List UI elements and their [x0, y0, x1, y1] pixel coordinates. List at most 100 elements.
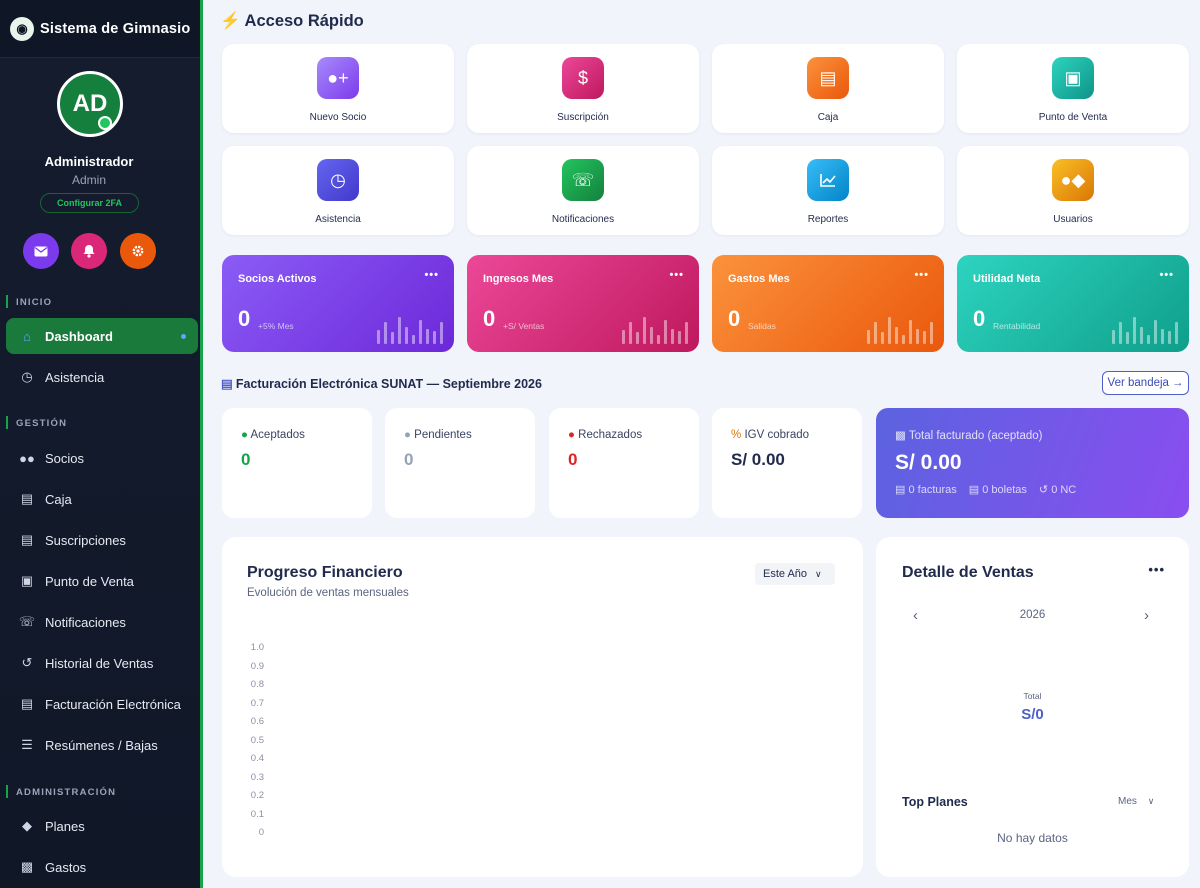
whatsapp-icon: ☏	[562, 159, 604, 201]
x-circle-icon: ●	[568, 429, 575, 441]
chevron-right-icon[interactable]: ›	[1144, 607, 1149, 624]
stat-value: 0	[483, 306, 496, 331]
stat-gastos-mes[interactable]: Gastos Mes ••• 0 Salidas	[712, 255, 944, 352]
fact-label-text: Pendientes	[414, 429, 472, 441]
boletas-count: ▤ 0 boletas	[969, 483, 1027, 496]
settings-button[interactable]	[120, 233, 156, 269]
sparkline	[622, 317, 688, 344]
total-sales-value: S/0	[1021, 706, 1044, 723]
cart-icon: ▣	[20, 573, 34, 588]
sidebar-item-planes[interactable]: ◆ Planes	[6, 808, 198, 844]
more-icon[interactable]: •••	[669, 269, 684, 281]
more-icon[interactable]: •••	[1159, 269, 1174, 281]
stat-title: Ingresos Mes	[483, 273, 554, 285]
sidebar-item-label: Planes	[45, 818, 85, 834]
quick-asistencia[interactable]: ◷ Asistencia	[222, 146, 454, 235]
more-icon[interactable]: •••	[914, 269, 929, 281]
quick-nuevo-socio[interactable]: ●+ Nuevo Socio	[222, 44, 454, 133]
fact-label: ● Rechazados	[568, 429, 642, 441]
clock-icon: ◷	[21, 369, 33, 384]
quick-label: Reportes	[807, 214, 849, 225]
sidebar-item-dashboard[interactable]: ⌂ Dashboard	[6, 318, 198, 354]
quick-notificaciones[interactable]: ☏ Notificaciones	[467, 146, 699, 235]
sidebar-item-asistencia[interactable]: ◷ Asistencia	[6, 359, 198, 395]
quick-caja[interactable]: ▤ Caja	[712, 44, 944, 133]
stat-sub: +S/ Ventas	[503, 321, 545, 331]
percent-icon: %	[731, 429, 742, 441]
clock-icon: ●	[404, 429, 411, 441]
sidebar-item-gastos[interactable]: ▩ Gastos	[6, 849, 198, 885]
stat-title: Socios Activos	[238, 273, 317, 285]
sidebar-item-resumenes-bajas[interactable]: ☰ Resúmenes / Bajas	[6, 727, 198, 763]
y-tick-label: 0.4	[250, 753, 264, 764]
mail-button[interactable]	[23, 233, 59, 269]
brand[interactable]: ◉ Sistema de Gimnasio	[0, 0, 200, 58]
arrow-right-icon: →	[1171, 377, 1184, 389]
stat-title: Utilidad Neta	[973, 273, 1041, 285]
configure-2fa-button[interactable]: Configurar 2FA	[40, 193, 139, 213]
ver-bandeja-label: Ver bandeja	[1107, 377, 1169, 389]
y-tick-label: 0.9	[250, 660, 264, 672]
sidebar-item-suscripciones[interactable]: ▤ Suscripciones	[6, 522, 198, 558]
sidebar-item-historial-de-ventas[interactable]: ↺ Historial de Ventas	[6, 645, 198, 681]
facturacion-heading: ▤ Facturación Electrónica SUNAT — Septiem…	[221, 376, 542, 391]
y-tick-label: 0.8	[250, 679, 264, 690]
fact-rechazados: ● Rechazados 0	[549, 408, 699, 518]
quick-reportes[interactable]: Reportes	[712, 146, 944, 235]
gear-icon	[132, 245, 144, 257]
y-tick-label: 0.5	[250, 734, 264, 746]
total-label: ▩ Total facturado (aceptado)	[895, 428, 1042, 442]
fact-label-text: Rechazados	[578, 429, 643, 441]
nc-count: ↺ 0 NC	[1039, 483, 1076, 496]
quick-suscripcion[interactable]: $ Suscripción	[467, 44, 699, 133]
layers-icon: ☰	[21, 737, 33, 752]
quick-label: Nuevo Socio	[309, 112, 367, 123]
stat-sub: Salidas	[748, 321, 776, 331]
period-value: Este Año	[763, 568, 808, 580]
more-icon[interactable]: •••	[1148, 562, 1165, 577]
document-icon: ▤	[20, 696, 34, 711]
notifications-button[interactable]	[71, 233, 107, 269]
sidebar-item-facturacion-electronica[interactable]: ▤ Facturación Electrónica	[6, 686, 198, 722]
cart-icon: ▣	[1052, 57, 1094, 99]
quick-label: Suscripción	[557, 112, 609, 123]
boletas-text: 0 boletas	[982, 484, 1027, 496]
history-icon: ↺	[21, 655, 33, 670]
user-plus-icon: ●+	[317, 57, 359, 99]
period-select[interactable]: Este Año ∨	[755, 563, 835, 585]
detalle-title: Detalle de Ventas	[902, 564, 1034, 581]
avatar[interactable]: AD	[57, 71, 123, 137]
quick-punto-de-venta[interactable]: ▣ Punto de Venta	[957, 44, 1189, 133]
invoice-icon: ▤	[20, 532, 34, 547]
sidebar-item-punto-de-venta[interactable]: ▣ Punto de Venta	[6, 563, 198, 599]
sidebar-item-notificaciones[interactable]: ☏ Notificaciones	[6, 604, 198, 640]
sidebar-item-label: Punto de Venta	[45, 573, 134, 589]
user-shield-icon: ●◆	[1052, 159, 1094, 201]
fact-igv: % IGV cobrado S/ 0.00	[712, 408, 862, 518]
bolt-icon: ⚡	[220, 12, 241, 30]
stat-utilidad-neta[interactable]: Utilidad Neta ••• 0 Rentabilidad	[957, 255, 1189, 352]
quick-usuarios[interactable]: ●◆ Usuarios	[957, 146, 1189, 235]
users-icon: ●●	[19, 450, 35, 466]
stat-ingresos-mes[interactable]: Ingresos Mes ••• 0 +S/ Ventas	[467, 255, 699, 352]
ver-bandeja-button[interactable]: Ver bandeja →	[1102, 371, 1189, 395]
document-icon: ▤	[895, 484, 906, 496]
sidebar-item-label: Socios	[45, 450, 85, 466]
y-tick-label: 0.7	[250, 697, 264, 709]
sidebar-item-caja[interactable]: ▤ Caja	[6, 481, 198, 517]
whatsapp-icon: ☏	[18, 614, 36, 629]
chevron-down-icon: ∨	[1147, 796, 1155, 806]
more-icon[interactable]: •••	[424, 269, 439, 281]
y-tick-label: 0.1	[250, 808, 264, 820]
sidebar-item-label: Resúmenes / Bajas	[45, 737, 158, 753]
total-facturado-card: ▩ Total facturado (aceptado) S/ 0.00 ▤ 0…	[876, 408, 1189, 518]
money-icon: ▩	[20, 859, 34, 874]
section-inicio: INICIO	[5, 295, 53, 308]
invoice-icon: $	[562, 57, 604, 99]
sidebar-item-socios[interactable]: ●● Socios	[6, 440, 198, 476]
stat-socios-activos[interactable]: Socios Activos ••• 0 +5% Mes	[222, 255, 454, 352]
top-period-value: Mes	[1118, 796, 1137, 807]
facturas-count: ▤ 0 facturas	[895, 483, 957, 496]
top-planes-period-select[interactable]: Mes ∨	[1118, 796, 1154, 807]
sidebar-item-label: Asistencia	[45, 369, 105, 385]
